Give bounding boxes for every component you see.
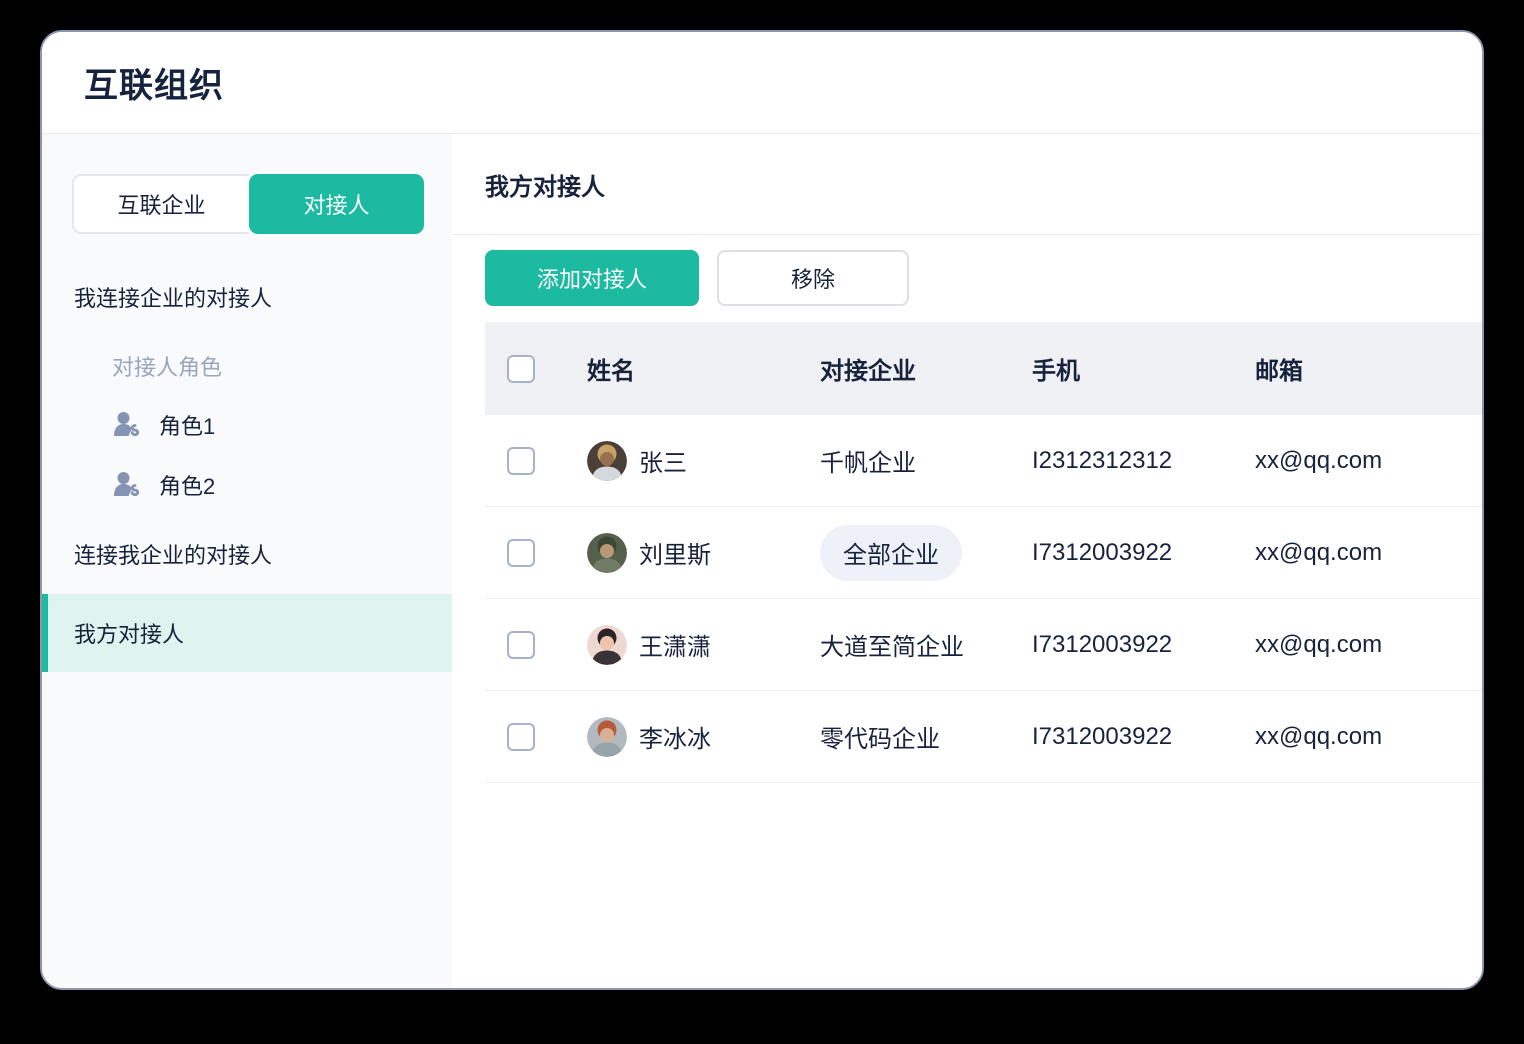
email-address: xx@qq.com	[1235, 539, 1482, 567]
remove-button[interactable]: 移除	[717, 250, 909, 306]
window-card: 互联组织 互联企业 对接人 我连接企业的对接人 对接人角色 角色1	[40, 30, 1484, 990]
column-header-phone: 手机	[1012, 351, 1235, 386]
avatar	[587, 533, 627, 573]
column-header-email: 邮箱	[1235, 351, 1482, 386]
phone-number: I2312312312	[1012, 447, 1235, 475]
contact-name: 刘里斯	[639, 535, 711, 570]
page-title: 互联组织	[84, 58, 224, 107]
avatar	[587, 625, 627, 665]
contact-name: 王潇潇	[639, 627, 711, 662]
sidebar-item-connect-my-enterprise-contacts[interactable]: 连接我企业的对接人	[42, 538, 452, 570]
toolbar: 添加对接人 移除	[485, 250, 1482, 306]
column-header-name: 姓名	[565, 351, 800, 386]
role-label: 角色2	[159, 469, 215, 501]
phone-number: I7312003922	[1012, 539, 1235, 567]
sidebar-item-contact-roles[interactable]: 对接人角色	[42, 350, 452, 382]
main-panel: 我方对接人 添加对接人 移除 姓名 对接企业 手机 邮箱	[452, 134, 1482, 988]
table-row: 张三 千帆企业 I2312312312 xx@qq.com	[485, 415, 1482, 507]
sidebar-item-role-2[interactable]: 角色2	[42, 469, 452, 501]
row-checkbox[interactable]	[507, 723, 535, 751]
table-row: 王潇潇 大道至简企业 I7312003922 xx@qq.com	[485, 599, 1482, 691]
table-header-row: 姓名 对接企业 手机 邮箱	[485, 322, 1482, 415]
contact-name: 张三	[639, 443, 687, 478]
table-row: 刘里斯 全部企业 I7312003922 xx@qq.com	[485, 507, 1482, 599]
role-label: 角色1	[159, 409, 215, 441]
avatar	[587, 441, 627, 481]
sidebar-item-role-1[interactable]: 角色1	[42, 409, 452, 441]
table-body: 张三 千帆企业 I2312312312 xx@qq.com 刘里斯 全部企业 I…	[485, 415, 1482, 783]
email-address: xx@qq.com	[1235, 631, 1482, 659]
company-name: 零代码企业	[820, 719, 940, 754]
tab-connected-enterprises[interactable]: 互联企业	[72, 174, 249, 234]
email-address: xx@qq.com	[1235, 447, 1482, 475]
active-item-label: 我方对接人	[74, 617, 184, 649]
add-contact-button[interactable]: 添加对接人	[485, 250, 699, 306]
role-person-link-icon	[112, 411, 144, 439]
company-name: 千帆企业	[820, 443, 916, 478]
company-name: 大道至简企业	[820, 627, 964, 662]
sidebar-item-our-contacts-active[interactable]: 我方对接人	[42, 594, 452, 672]
section-title: 我方对接人	[452, 134, 1482, 235]
row-checkbox[interactable]	[507, 539, 535, 567]
sidebar: 互联企业 对接人 我连接企业的对接人 对接人角色 角色1	[42, 134, 452, 988]
contact-name: 李冰冰	[639, 719, 711, 754]
company-name: 全部企业	[820, 525, 962, 581]
role-person-link-icon	[112, 471, 144, 499]
select-all-checkbox[interactable]	[507, 355, 535, 383]
sidebar-item-my-connected-contacts[interactable]: 我连接企业的对接人	[42, 281, 452, 313]
column-header-company: 对接企业	[800, 351, 1012, 386]
avatar	[587, 717, 627, 757]
contacts-table: 姓名 对接企业 手机 邮箱 张三 千帆企业 I2312312312 xx@qq.…	[485, 322, 1482, 783]
row-checkbox[interactable]	[507, 631, 535, 659]
table-row: 李冰冰 零代码企业 I7312003922 xx@qq.com	[485, 691, 1482, 783]
row-checkbox[interactable]	[507, 447, 535, 475]
sidebar-tab-group: 互联企业 对接人	[72, 174, 424, 234]
phone-number: I7312003922	[1012, 631, 1235, 659]
email-address: xx@qq.com	[1235, 723, 1482, 751]
tab-contacts[interactable]: 对接人	[249, 174, 424, 234]
phone-number: I7312003922	[1012, 723, 1235, 751]
card-header: 互联组织	[42, 32, 1482, 134]
